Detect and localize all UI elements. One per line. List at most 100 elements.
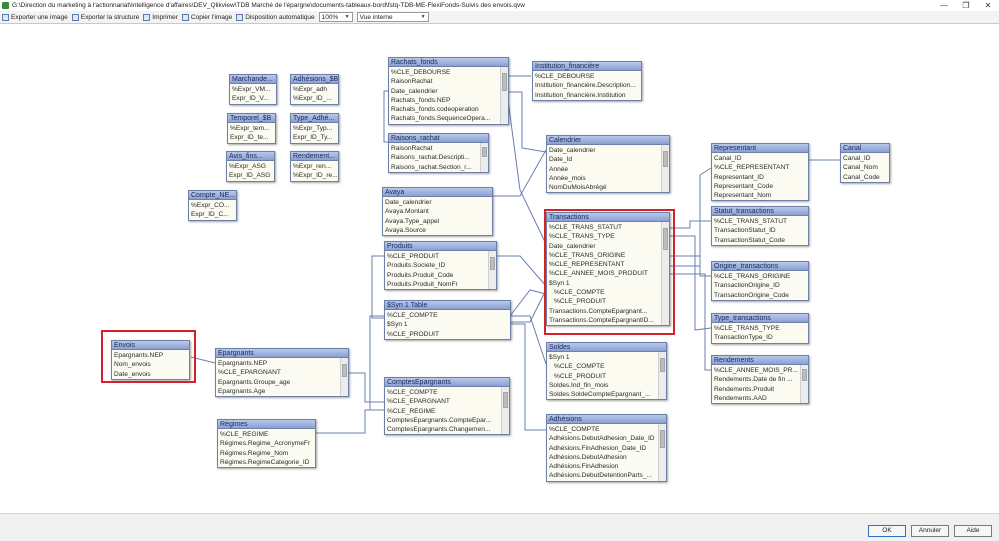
field[interactable]: Année bbox=[547, 165, 669, 174]
scroll-thumb[interactable] bbox=[660, 358, 665, 372]
table-institution-financiere[interactable]: Institution_financière %CLE_DEBOURSE Inst… bbox=[532, 61, 642, 101]
field[interactable]: Expr_ID_ASG bbox=[227, 171, 274, 180]
table-rendements[interactable]: Rendements %CLE_ANNEE_MOIS_PR... Rendemen… bbox=[711, 355, 809, 405]
field[interactable]: NomDuMoisAbrégé bbox=[547, 183, 669, 192]
field[interactable]: TransactionStatut_Code bbox=[712, 236, 808, 245]
field[interactable]: Representant_ID bbox=[712, 173, 808, 182]
field[interactable]: %Expr_tem... bbox=[228, 124, 275, 133]
minimize-button[interactable]: — bbox=[933, 1, 955, 10]
field[interactable]: Adhésions.FinAdhesion bbox=[547, 462, 666, 471]
field[interactable]: ComptesEpargnants.Changemen... bbox=[385, 425, 509, 434]
scroll-thumb[interactable] bbox=[660, 430, 665, 448]
field[interactable]: %CLE_COMPTE bbox=[547, 425, 666, 434]
scrollbar[interactable] bbox=[501, 387, 509, 435]
field[interactable]: Date_calendrier bbox=[383, 198, 492, 207]
field[interactable]: Date_calendrier bbox=[389, 87, 508, 96]
field[interactable]: Raisons_rachat.Section_r... bbox=[389, 163, 488, 172]
field[interactable]: %Expr_adh bbox=[291, 85, 338, 94]
restore-button[interactable]: ❐ bbox=[955, 1, 977, 10]
field[interactable]: %CLE_TRANS_ORIGINE bbox=[712, 272, 808, 281]
field[interactable]: %CLE_PRODUIT bbox=[385, 252, 496, 261]
field[interactable]: Rachats_fonds.codeoperation bbox=[389, 105, 508, 114]
table-raisons-rachat[interactable]: Raisons_rachat RaisonRachat Raisons_racha… bbox=[388, 133, 489, 173]
view-select[interactable]: Vue interne ▼ bbox=[356, 12, 429, 22]
field[interactable]: %CLE_PRODUIT bbox=[547, 372, 666, 381]
field[interactable]: %Expr_VM... bbox=[230, 85, 276, 94]
table-marchande[interactable]: Marchande... %Expr_VM... Expr_ID_V... bbox=[229, 74, 277, 105]
field[interactable]: Expr_ID_Ty... bbox=[291, 133, 338, 142]
field[interactable]: %CLE_COMPTE bbox=[547, 362, 666, 371]
field[interactable]: Rendements.Produit bbox=[712, 385, 808, 394]
cancel-button[interactable]: Annuler bbox=[911, 525, 949, 537]
scrollbar[interactable] bbox=[661, 145, 669, 193]
export-structure-button[interactable]: Exporter la structure bbox=[71, 13, 139, 21]
help-button[interactable]: Aide bbox=[954, 525, 992, 537]
scrollbar[interactable] bbox=[500, 67, 508, 124]
table-rachats-fonds[interactable]: Rachats_fonds %CLE_DEBOURSE RaisonRachat D… bbox=[388, 57, 509, 125]
field[interactable]: %Expr_ren... bbox=[291, 162, 338, 171]
field[interactable]: Soldes.SoldeCompteEpargnant_... bbox=[547, 390, 666, 399]
close-button[interactable]: ✕ bbox=[977, 1, 999, 10]
print-button[interactable]: Imprimer bbox=[143, 13, 178, 21]
table-representant[interactable]: Representant Canal_ID %CLE_REPRESENTANT Re… bbox=[711, 143, 809, 202]
field[interactable]: Avaya.Montant bbox=[383, 207, 492, 216]
field[interactable]: $Syn 1 bbox=[385, 320, 510, 329]
field[interactable]: Canal_Code bbox=[841, 173, 889, 182]
field[interactable]: Adhésions.DebutAdhesion bbox=[547, 453, 666, 462]
ok-button[interactable]: OK bbox=[868, 525, 906, 537]
field[interactable]: %CLE_COMPTE bbox=[385, 311, 510, 320]
field[interactable]: Epargnants.NEP bbox=[216, 359, 348, 368]
field[interactable]: %Expr_Typ... bbox=[291, 124, 338, 133]
scrollbar[interactable] bbox=[480, 143, 488, 172]
table-temporel[interactable]: Temporel_$B %Expr_tem... Expr_ID_te... bbox=[227, 113, 276, 144]
field[interactable]: Date_calendrier bbox=[547, 146, 669, 155]
field[interactable]: Expr_ID_te... bbox=[228, 133, 275, 142]
table-type-adhesion[interactable]: Type_Adhé... %Expr_Typ... Expr_ID_Ty... bbox=[290, 113, 339, 144]
table-adhesions-sb[interactable]: Adhésions_$B %Expr_adh %Expr_ID_... bbox=[290, 74, 339, 105]
scrollbar[interactable] bbox=[488, 251, 496, 290]
field[interactable]: %CLE_PRODUIT bbox=[385, 330, 510, 339]
table-soldes[interactable]: Soldes $Syn 1 %CLE_COMPTE %CLE_PRODUIT Sold… bbox=[546, 342, 667, 401]
field[interactable]: Avaya.Source bbox=[383, 226, 492, 235]
table-syn1[interactable]: $Syn 1 Table %CLE_COMPTE $Syn 1 %CLE_PRODU… bbox=[384, 300, 511, 340]
field[interactable]: Canal_ID bbox=[841, 154, 889, 163]
auto-layout-button[interactable]: Disposition automatique bbox=[236, 13, 315, 21]
field[interactable]: Régimes.RegimeCategorie_ID bbox=[218, 458, 315, 467]
field[interactable]: Régimes.Regime_Nom bbox=[218, 449, 315, 458]
field[interactable]: Canal_ID bbox=[712, 154, 808, 163]
field[interactable]: Adhésions.FinAdhesion_Date_ID bbox=[547, 444, 666, 453]
scroll-thumb[interactable] bbox=[490, 257, 495, 270]
field[interactable]: Representant_Nom bbox=[712, 191, 808, 200]
scrollbar[interactable] bbox=[340, 358, 348, 397]
table-compte-ne[interactable]: Compte_NE... %Expr_CO... Expr_ID_C... bbox=[188, 190, 237, 221]
table-avis-fins[interactable]: Avis_fins... %Expr_ASG Expr_ID_ASG bbox=[226, 151, 275, 182]
field[interactable]: Institution_financière.Institution bbox=[533, 91, 641, 100]
field[interactable]: TransactionOrigine_Code bbox=[712, 291, 808, 300]
table-type-transactions[interactable]: Type_transactions %CLE_TRANS_TYPE Transac… bbox=[711, 313, 809, 344]
scroll-thumb[interactable] bbox=[802, 369, 807, 381]
table-adhesions[interactable]: Adhésions %CLE_COMPTE Adhésions.DebutAdhe… bbox=[546, 414, 667, 482]
field[interactable]: %CLE_EPARGNANT bbox=[385, 397, 509, 406]
field[interactable]: RaisonRachat bbox=[389, 77, 508, 86]
field[interactable]: Rachats_fonds.SequenceOpera... bbox=[389, 114, 508, 123]
field[interactable]: Expr_ID_C... bbox=[189, 210, 236, 219]
scrollbar[interactable] bbox=[800, 365, 808, 404]
table-produits[interactable]: Produits %CLE_PRODUIT Produits.Societe_ID… bbox=[384, 241, 497, 291]
field[interactable]: Année_mois bbox=[547, 174, 669, 183]
field[interactable]: Produits.Produit_NomFr bbox=[385, 280, 496, 289]
copy-image-button[interactable]: Copier l'image bbox=[181, 13, 232, 21]
field[interactable]: TransactionType_ID bbox=[712, 333, 808, 342]
table-epargnants[interactable]: Epargnants Epargnants.NEP %CLE_EPARGNANT E… bbox=[215, 348, 349, 398]
field[interactable]: ComptesEpargnants.CompteEpar... bbox=[385, 416, 509, 425]
zoom-select[interactable]: 100% ▼ bbox=[318, 12, 353, 22]
field[interactable]: Adhésions.DebutAdhesion_Date_ID bbox=[547, 434, 666, 443]
table-canal[interactable]: Canal Canal_ID Canal_Nom Canal_Code bbox=[840, 143, 890, 183]
field[interactable]: %CLE_EPARGNANT bbox=[216, 368, 348, 377]
export-image-button[interactable]: Exporter une image bbox=[2, 13, 68, 21]
table-calendrier[interactable]: Calendrier Date_calendrier Date_Id Année An… bbox=[546, 135, 670, 194]
field[interactable]: %CLE_REGIME bbox=[385, 407, 509, 416]
field[interactable]: %Expr_ID_... bbox=[291, 94, 338, 103]
field[interactable]: Produits.Produit_Code bbox=[385, 271, 496, 280]
scroll-thumb[interactable] bbox=[502, 73, 507, 91]
field[interactable]: Canal_Nom bbox=[841, 163, 889, 172]
